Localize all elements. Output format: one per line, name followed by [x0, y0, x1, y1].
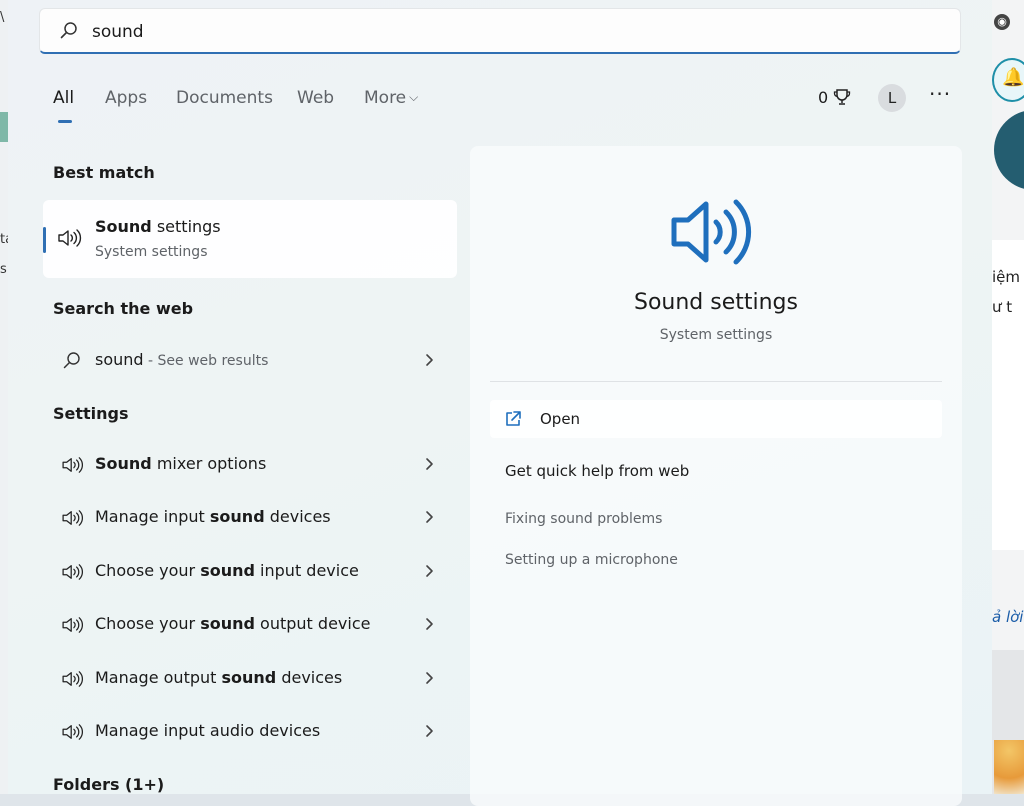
chevron-right-icon — [426, 725, 433, 737]
settings-heading: Settings — [53, 404, 129, 423]
settings-item[interactable]: Sound mixer options — [43, 443, 457, 487]
tab-web[interactable]: Web — [297, 88, 334, 108]
selection-indicator — [43, 227, 46, 253]
speaker-icon — [62, 457, 83, 473]
background-text: iệm — [992, 268, 1021, 286]
open-button-label: Open — [540, 410, 581, 428]
globe-icon: ◉ — [994, 14, 1010, 30]
open-button[interactable]: Open — [490, 400, 942, 438]
settings-item-label: Manage output sound devices — [95, 668, 343, 687]
settings-item-label: Sound mixer options — [95, 454, 267, 473]
best-match-title: Sound settings — [95, 217, 221, 236]
settings-item[interactable]: Choose your sound output device — [43, 603, 457, 647]
rewards-points[interactable]: 0 — [818, 88, 851, 107]
background-image — [994, 740, 1024, 794]
tab-more-label: More — [364, 88, 407, 108]
rewards-count: 0 — [818, 88, 829, 107]
search-web-heading: Search the web — [53, 299, 194, 318]
notification-bell-icon: 🔔 — [992, 58, 1024, 102]
active-tab-indicator — [58, 120, 72, 123]
more-options-button[interactable]: ··· — [929, 82, 951, 106]
speaker-icon — [62, 617, 83, 633]
web-search-item[interactable]: sound - See web results — [43, 339, 457, 383]
search-input[interactable] — [90, 19, 934, 45]
preview-subtitle: System settings — [659, 327, 773, 343]
web-search-label: sound - See web results — [95, 350, 269, 369]
settings-item[interactable]: Manage output sound devices — [43, 657, 457, 701]
search-icon — [60, 22, 77, 39]
tab-documents[interactable]: Documents — [176, 88, 273, 108]
speaker-icon — [671, 199, 752, 265]
best-match-heading: Best match — [53, 163, 155, 182]
background-text: ư t — [992, 298, 1013, 316]
background-text: s — [0, 262, 7, 277]
preview-title: Sound settings — [633, 290, 798, 315]
divider — [490, 381, 942, 382]
settings-item-label: Manage input audio devices — [95, 721, 321, 740]
settings-item[interactable]: Choose your sound input device — [43, 550, 457, 594]
tab-all[interactable]: All — [53, 88, 74, 108]
chevron-right-icon — [426, 565, 433, 577]
chevron-right-icon — [426, 672, 433, 684]
trophy-icon — [834, 89, 851, 105]
settings-item-label: Choose your sound input device — [95, 561, 359, 580]
background-content — [992, 240, 1024, 550]
settings-item[interactable]: Manage input sound devices — [43, 496, 457, 540]
background-banner — [994, 110, 1024, 190]
speaker-icon — [62, 671, 83, 687]
help-link[interactable]: Setting up a microphone — [505, 552, 678, 568]
search-flyout: All Apps Documents Web More⌵ 0 L ··· Bes… — [8, 0, 992, 806]
speaker-icon — [62, 510, 83, 526]
background-link: ả lời — [992, 608, 1024, 626]
chevron-right-icon — [426, 354, 433, 366]
folders-heading: Folders (1+) — [53, 775, 165, 794]
chevron-right-icon — [426, 458, 433, 470]
tab-apps[interactable]: Apps — [105, 88, 147, 108]
quick-help-heading: Get quick help from web — [505, 462, 690, 480]
best-match-item[interactable]: Sound settings System settings — [43, 200, 457, 278]
settings-item-label: Choose your sound output device — [95, 614, 371, 633]
tab-more[interactable]: More ⌵ — [364, 88, 418, 108]
chevron-right-icon — [426, 511, 433, 523]
speaker-icon — [62, 724, 83, 740]
help-link[interactable]: Fixing sound problems — [505, 511, 662, 527]
best-match-subtitle: System settings — [95, 244, 208, 260]
open-external-icon — [506, 411, 521, 426]
search-box[interactable] — [39, 8, 961, 54]
background-accent — [0, 112, 8, 142]
background-window-left: \ ta s — [0, 0, 13, 794]
background-window-right: ◉ 🔔 iệm ư t ả lời — [992, 0, 1024, 794]
chevron-right-icon — [426, 618, 433, 630]
chevron-down-icon: ⌵ — [409, 90, 419, 104]
settings-item[interactable]: Manage input audio devices — [43, 710, 457, 754]
search-icon — [63, 352, 80, 369]
background-text: \ — [0, 10, 5, 25]
speaker-icon — [58, 229, 82, 247]
speaker-icon — [62, 564, 83, 580]
settings-item-label: Manage input sound devices — [95, 507, 331, 526]
avatar[interactable]: L — [878, 84, 906, 112]
preview-pane: Sound settings System settings Open Get … — [470, 146, 962, 806]
